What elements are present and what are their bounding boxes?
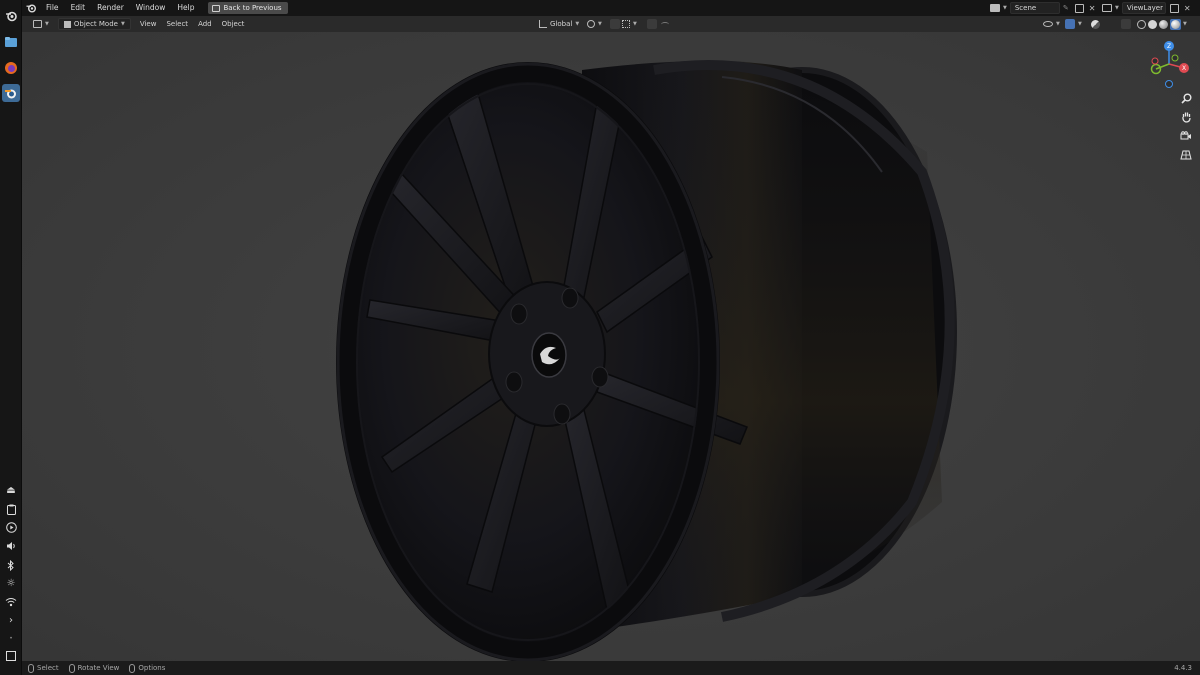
menu-view[interactable]: View [135, 18, 162, 30]
blender-menu-icon[interactable] [22, 3, 40, 13]
menu-edit[interactable]: Edit [65, 0, 92, 16]
show-desktop-icon[interactable] [4, 649, 18, 663]
chevron-right-icon[interactable]: › [4, 613, 18, 627]
os-dock: ⏏ ☼ › • [0, 0, 22, 675]
mouse-middle-icon [68, 663, 75, 673]
center-cap [531, 332, 567, 378]
status-select: Select [22, 663, 63, 673]
gizmo-neg-x-axis[interactable] [1151, 57, 1159, 65]
gizmo-eye-icon [1043, 21, 1053, 27]
files-icon[interactable] [2, 33, 20, 51]
show-gizmo-toggle[interactable]: ▼ [1060, 18, 1087, 30]
object-mode-icon [63, 20, 71, 28]
menu-object[interactable]: Object [217, 18, 250, 30]
menu-window[interactable]: Window [130, 0, 172, 16]
3d-viewport[interactable]: Z X [22, 32, 1200, 661]
play-icon[interactable] [4, 520, 18, 534]
falloff-icon [661, 21, 669, 27]
pivot-point-dropdown[interactable]: ▼ [582, 18, 607, 30]
back-icon [212, 4, 221, 12]
delete-view-layer-icon[interactable]: ✕ [1184, 4, 1191, 13]
scene-selector[interactable]: ▼ Scene ✎ ✕ [990, 2, 1095, 14]
status-options: Options [123, 663, 169, 673]
transform-orientation-dropdown[interactable]: Global ▼ [534, 18, 584, 30]
proportional-falloff-dropdown[interactable] [656, 18, 674, 30]
material-shading-icon[interactable] [1159, 19, 1168, 29]
brightness-icon[interactable]: ☼ [4, 576, 18, 590]
viewport-header: ▼ Object Mode ▼ View Select Add Object G… [22, 16, 1200, 32]
menu-render[interactable]: Render [91, 0, 130, 16]
status-bar: Select Rotate View Options 4.4.3 [22, 661, 1200, 675]
wireframe-shading-icon[interactable] [1137, 19, 1146, 29]
snap-target-dropdown[interactable]: ▼ [617, 18, 642, 30]
pin-icon[interactable]: ✎ [1063, 4, 1069, 12]
rendered-shading-icon[interactable] [1170, 18, 1181, 30]
view-layer-selector[interactable]: ▼ ViewLayer ✕ [1102, 2, 1191, 14]
menu-select[interactable]: Select [161, 18, 193, 30]
svg-text:Z: Z [1167, 43, 1171, 50]
menu-add[interactable]: Add [193, 18, 217, 30]
mouse-right-icon [129, 663, 136, 673]
eject-icon[interactable]: ⏏ [4, 483, 18, 497]
volume-icon[interactable] [4, 539, 18, 553]
overlays-icon [1091, 19, 1100, 29]
back-to-previous-button[interactable]: Back to Previous [208, 2, 288, 14]
solid-shading-icon[interactable] [1148, 19, 1157, 29]
clipboard-icon[interactable] [4, 502, 18, 516]
view-layer-field[interactable]: ViewLayer [1121, 2, 1166, 14]
xray-icon [1121, 19, 1131, 29]
perspective-toggle-icon[interactable] [1178, 147, 1194, 163]
scene-name-field[interactable]: Scene [1009, 2, 1060, 14]
camera-view-icon[interactable] [1178, 128, 1194, 144]
menu-help[interactable]: Help [171, 0, 200, 16]
pivot-icon [587, 20, 595, 28]
mouse-left-icon [28, 663, 34, 673]
new-scene-icon[interactable] [1074, 3, 1084, 13]
gizmo-neg-z-axis[interactable] [1165, 80, 1173, 88]
gizmo-arrow-icon [1065, 19, 1075, 29]
orientation-icon [539, 20, 547, 28]
version-label: 4.4.3 [1174, 664, 1192, 672]
shading-modes[interactable]: ▼ [1132, 18, 1192, 30]
wifi-icon[interactable] [4, 595, 18, 609]
menu-file[interactable]: File [40, 0, 65, 16]
new-view-layer-icon[interactable] [1169, 3, 1179, 13]
svg-text:X: X [1182, 65, 1186, 72]
scene-icon [990, 4, 1000, 12]
firefox-icon[interactable] [2, 59, 20, 77]
overlays-toggle[interactable] [1086, 18, 1105, 30]
status-rotate-view: Rotate View [63, 663, 124, 673]
snap-grid-icon [622, 20, 630, 28]
gizmo-y-axis[interactable] [1171, 54, 1179, 62]
zoom-icon[interactable] [1178, 90, 1194, 106]
blender-logo-icon[interactable] [2, 7, 20, 25]
wheel-rim-model [22, 32, 1200, 661]
blender-app-icon[interactable] [2, 84, 20, 102]
bluetooth-icon[interactable] [4, 558, 18, 572]
navigation-gizmo[interactable]: Z X [1146, 38, 1192, 90]
mode-dropdown[interactable]: Object Mode ▼ [57, 18, 131, 30]
delete-scene-icon[interactable]: ✕ [1089, 4, 1096, 13]
editor-type-selector[interactable]: ▼ [28, 18, 54, 30]
pan-hand-icon[interactable] [1178, 109, 1194, 125]
top-menu-bar: File Edit Render Window Help Back to Pre… [22, 0, 1200, 16]
dot-icon: • [9, 634, 13, 642]
view-layer-icon [1102, 4, 1112, 12]
editor-type-icon [33, 20, 42, 28]
